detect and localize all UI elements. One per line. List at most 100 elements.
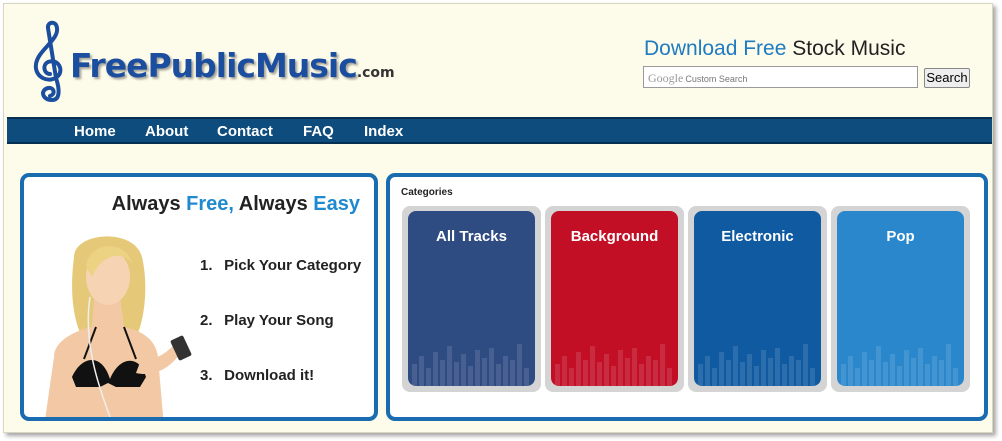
step-text: Play Your Song [224, 312, 334, 329]
equalizer-bar [482, 358, 487, 386]
promo-title-free: Free, [186, 193, 234, 215]
equalizer-bar [726, 360, 731, 386]
nav-contact[interactable]: Contact [217, 123, 273, 140]
header-tagline: Download Free Stock Music [644, 37, 905, 61]
equalizer-bar [761, 350, 766, 386]
logo-suffix: .com [356, 65, 395, 81]
equalizer-bar [468, 366, 473, 386]
equalizer-bar [855, 368, 860, 386]
equalizer-bar [705, 356, 710, 386]
step-number: 2. [200, 312, 213, 329]
step-item: 3. Download it! [200, 367, 314, 384]
category-card-frame: Background [545, 206, 684, 392]
equalizer-bar [590, 346, 595, 386]
promo-title-word3: Always [238, 193, 308, 215]
promo-title-easy: Easy [313, 193, 360, 215]
equalizer-bar [576, 352, 581, 386]
equalizer-bar [447, 346, 452, 386]
equalizer-graphic [698, 344, 815, 386]
search-input[interactable]: Google Custom Search [643, 66, 918, 88]
main-nav: Home About Contact FAQ Index [7, 117, 992, 144]
equalizer-bar [632, 348, 637, 386]
step-item: 2. Play Your Song [200, 312, 334, 329]
category-all-tracks[interactable]: All Tracks [408, 211, 535, 386]
tagline-rest: Stock Music [792, 37, 906, 60]
equalizer-bar [433, 352, 438, 386]
search-button[interactable]: Search [924, 68, 970, 88]
equalizer-bar [810, 368, 815, 386]
equalizer-bar [890, 354, 895, 386]
category-card-frame: Electronic [688, 206, 827, 392]
category-label: All Tracks [436, 228, 507, 245]
category-label: Background [570, 228, 659, 245]
equalizer-graphic [841, 344, 958, 386]
equalizer-bar [625, 358, 630, 386]
equalizer-bar [789, 356, 794, 386]
logo-text: FreePublicMusic [70, 46, 358, 85]
category-background[interactable]: Background [551, 211, 678, 386]
nav-faq[interactable]: FAQ [303, 123, 334, 140]
equalizer-bar [412, 364, 417, 386]
equalizer-bar [440, 360, 445, 386]
equalizer-bar [475, 350, 480, 386]
nav-home[interactable]: Home [74, 123, 116, 140]
equalizer-bar [667, 368, 672, 386]
equalizer-graphic [412, 344, 529, 386]
equalizer-bar [911, 358, 916, 386]
equalizer-bar [883, 362, 888, 386]
woman-with-phone-image [24, 227, 194, 417]
promo-title: Always Free, Always Easy [112, 193, 360, 216]
category-electronic[interactable]: Electronic [694, 211, 821, 386]
promo-panel: Always Free, Always Easy 1. Pick Your Ca… [20, 173, 378, 421]
equalizer-bar [712, 368, 717, 386]
equalizer-bar [939, 360, 944, 386]
step-number: 3. [200, 367, 213, 384]
equalizer-bar [562, 356, 567, 386]
equalizer-bar [932, 356, 937, 386]
equalizer-bar [775, 348, 780, 386]
equalizer-bar [904, 350, 909, 386]
equalizer-bar [841, 364, 846, 386]
equalizer-bar [569, 368, 574, 386]
equalizer-bar [503, 356, 508, 386]
step-item: 1. Pick Your Category [200, 257, 361, 274]
equalizer-bar [555, 364, 560, 386]
equalizer-bar [419, 356, 424, 386]
equalizer-bar [782, 364, 787, 386]
search-placeholder: Custom Search [685, 74, 748, 84]
equalizer-bar [583, 360, 588, 386]
equalizer-bar [653, 360, 658, 386]
site-logo[interactable]: FreePublicMusic.com [30, 20, 395, 104]
category-label: Electronic [721, 228, 794, 245]
category-label: Pop [886, 228, 915, 245]
equalizer-bar [925, 364, 930, 386]
equalizer-bar [869, 360, 874, 386]
equalizer-graphic [555, 344, 672, 386]
equalizer-bar [611, 366, 616, 386]
nav-about[interactable]: About [145, 123, 188, 140]
equalizer-bar [604, 354, 609, 386]
equalizer-bar [496, 364, 501, 386]
promo-title-word1: Always [111, 193, 181, 215]
equalizer-bar [426, 368, 431, 386]
category-card-frame: Pop [831, 206, 970, 392]
nav-index[interactable]: Index [364, 123, 403, 140]
step-text: Pick Your Category [224, 257, 362, 274]
equalizer-bar [747, 354, 752, 386]
equalizer-bar [754, 366, 759, 386]
equalizer-bar [646, 356, 651, 386]
google-logo: Google [648, 71, 684, 85]
equalizer-bar [897, 366, 902, 386]
category-pop[interactable]: Pop [837, 211, 964, 386]
equalizer-bar [848, 356, 853, 386]
equalizer-bar [489, 348, 494, 386]
equalizer-bar [597, 362, 602, 386]
tagline-highlight: Download Free [644, 37, 787, 60]
logo-wordmark: FreePublicMusic.com [70, 46, 395, 85]
equalizer-bar [618, 350, 623, 386]
equalizer-bar [719, 352, 724, 386]
equalizer-bar [461, 354, 466, 386]
step-text: Download it! [224, 367, 315, 384]
step-number: 1. [200, 257, 213, 274]
equalizer-bar [803, 344, 808, 386]
